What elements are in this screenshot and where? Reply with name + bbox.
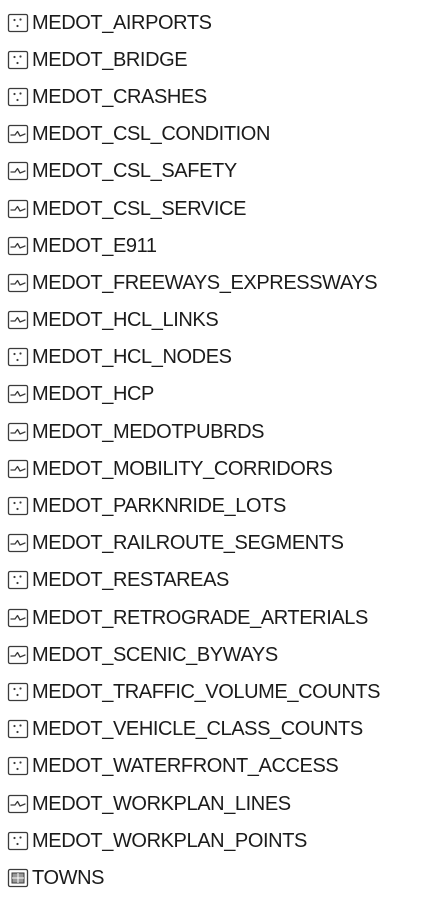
layer-label: MEDOT_SCENIC_BYWAYS xyxy=(32,643,278,666)
point-feature-class-icon xyxy=(7,830,29,852)
point-feature-class-icon xyxy=(7,12,29,34)
layer-label: MEDOT_AIRPORTS xyxy=(32,11,212,34)
layer-label: MEDOT_HCL_LINKS xyxy=(32,309,219,332)
layer-label: MEDOT_HCP xyxy=(32,383,154,406)
layer-item[interactable]: MEDOT_VEHICLE_CLASS_COUNTS xyxy=(0,711,433,748)
layer-item[interactable]: MEDOT_RESTAREAS xyxy=(0,562,433,599)
layer-label: MEDOT_FREEWAYS_EXPRESSWAYS xyxy=(32,271,378,294)
line-feature-class-icon xyxy=(7,458,29,480)
point-feature-class-icon xyxy=(7,86,29,108)
layer-label: MEDOT_RETROGRADE_ARTERIALS xyxy=(32,606,368,629)
layer-item[interactable]: MEDOT_MEDOTPUBRDS xyxy=(0,413,433,450)
layer-item[interactable]: MEDOT_RETROGRADE_ARTERIALS xyxy=(0,599,433,636)
point-feature-class-icon xyxy=(7,718,29,740)
layer-item[interactable]: MEDOT_AIRPORTS xyxy=(0,4,433,41)
layer-item[interactable]: MEDOT_WORKPLAN_POINTS xyxy=(0,822,433,859)
layer-item[interactable]: MEDOT_HCL_LINKS xyxy=(0,302,433,339)
layer-item[interactable]: MEDOT_WATERFRONT_ACCESS xyxy=(0,748,433,785)
layer-label: MEDOT_WORKPLAN_POINTS xyxy=(32,829,307,852)
point-feature-class-icon xyxy=(7,681,29,703)
layer-item[interactable]: MEDOT_CSL_CONDITION xyxy=(0,116,433,153)
line-feature-class-icon xyxy=(7,607,29,629)
line-feature-class-icon xyxy=(7,272,29,294)
layer-item[interactable]: MEDOT_HCP xyxy=(0,376,433,413)
feature-class-list: MEDOT_AIRPORTS MEDOT_BRIDGE MEDOT_CRASHE… xyxy=(0,4,433,897)
line-feature-class-icon xyxy=(7,160,29,182)
layer-item[interactable]: MEDOT_BRIDGE xyxy=(0,41,433,78)
layer-item[interactable]: MEDOT_WORKPLAN_LINES xyxy=(0,785,433,822)
layer-label: MEDOT_RESTAREAS xyxy=(32,569,229,592)
layer-label: MEDOT_WORKPLAN_LINES xyxy=(32,792,291,815)
layer-item[interactable]: MEDOT_MOBILITY_CORRIDORS xyxy=(0,450,433,487)
line-feature-class-icon xyxy=(7,383,29,405)
line-feature-class-icon xyxy=(7,793,29,815)
layer-label: MEDOT_CSL_SAFETY xyxy=(32,160,237,183)
layer-item[interactable]: MEDOT_PARKNRIDE_LOTS xyxy=(0,487,433,524)
line-feature-class-icon xyxy=(7,123,29,145)
layer-label: TOWNS xyxy=(32,866,105,889)
line-feature-class-icon xyxy=(7,421,29,443)
layer-label: MEDOT_E911 xyxy=(32,234,157,257)
layer-label: MEDOT_CRASHES xyxy=(32,85,207,108)
layer-label: MEDOT_WATERFRONT_ACCESS xyxy=(32,755,339,778)
layer-item[interactable]: MEDOT_HCL_NODES xyxy=(0,339,433,376)
line-feature-class-icon xyxy=(7,644,29,666)
layer-label: MEDOT_MOBILITY_CORRIDORS xyxy=(32,457,333,480)
layer-label: MEDOT_CSL_CONDITION xyxy=(32,123,270,146)
polygon-feature-class-icon xyxy=(7,867,29,889)
layer-item[interactable]: MEDOT_FREEWAYS_EXPRESSWAYS xyxy=(0,264,433,301)
layer-item[interactable]: MEDOT_SCENIC_BYWAYS xyxy=(0,636,433,673)
layer-label: MEDOT_VEHICLE_CLASS_COUNTS xyxy=(32,718,363,741)
point-feature-class-icon xyxy=(7,495,29,517)
layer-label: MEDOT_BRIDGE xyxy=(32,48,188,71)
layer-label: MEDOT_MEDOTPUBRDS xyxy=(32,420,265,443)
layer-item[interactable]: MEDOT_CSL_SERVICE xyxy=(0,190,433,227)
layer-label: MEDOT_TRAFFIC_VOLUME_COUNTS xyxy=(32,680,381,703)
point-feature-class-icon xyxy=(7,346,29,368)
layer-item[interactable]: MEDOT_TRAFFIC_VOLUME_COUNTS xyxy=(0,673,433,710)
layer-item[interactable]: MEDOT_CSL_SAFETY xyxy=(0,153,433,190)
point-feature-class-icon xyxy=(7,49,29,71)
layer-item[interactable]: MEDOT_CRASHES xyxy=(0,78,433,115)
line-feature-class-icon xyxy=(7,309,29,331)
layer-label: MEDOT_CSL_SERVICE xyxy=(32,197,247,220)
layer-label: MEDOT_HCL_NODES xyxy=(32,346,232,369)
layer-item[interactable]: TOWNS xyxy=(0,859,433,896)
layer-item[interactable]: MEDOT_RAILROUTE_SEGMENTS xyxy=(0,525,433,562)
line-feature-class-icon xyxy=(7,198,29,220)
line-feature-class-icon xyxy=(7,532,29,554)
line-feature-class-icon xyxy=(7,235,29,257)
point-feature-class-icon xyxy=(7,755,29,777)
layer-label: MEDOT_RAILROUTE_SEGMENTS xyxy=(32,532,344,555)
layer-label: MEDOT_PARKNRIDE_LOTS xyxy=(32,495,286,518)
layer-item[interactable]: MEDOT_E911 xyxy=(0,227,433,264)
point-feature-class-icon xyxy=(7,569,29,591)
